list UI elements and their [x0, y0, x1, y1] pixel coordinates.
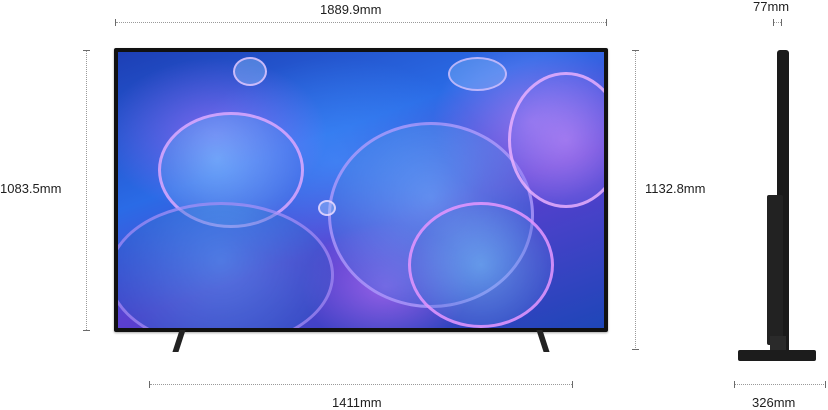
width-dimension-tick-left — [115, 19, 116, 26]
height-dimension-tick-top-left — [83, 50, 90, 51]
depth-stand-tick-left — [734, 381, 735, 388]
depth-tick-right-top — [781, 19, 782, 26]
tv-foot-right — [536, 330, 550, 352]
tv-side-stand-base — [738, 350, 816, 361]
width-dimension-tick-right — [606, 19, 607, 26]
tv-front-view — [114, 48, 608, 332]
bubble-shape — [408, 202, 554, 328]
depth-stand-tick-right — [825, 381, 826, 388]
height-label-right: 1132.8mm — [645, 181, 706, 196]
height-dimension-tick-top-right — [632, 50, 639, 51]
height-dimension-line-right — [635, 50, 636, 350]
stand-width-dimension-line — [150, 384, 572, 385]
stand-width-tick-right — [572, 381, 573, 388]
bubble-shape — [118, 202, 334, 328]
bubble-shape — [233, 57, 267, 86]
height-label-left: 1083.5mm — [0, 181, 62, 196]
depth-dimension-line-stand — [734, 384, 826, 385]
depth-label-top: 77mm — [753, 0, 790, 14]
height-dimension-line-left — [86, 50, 87, 330]
tv-screen-wallpaper — [118, 52, 604, 328]
tv-side-stand-neck — [770, 336, 786, 350]
width-dimension-line — [116, 22, 606, 23]
stand-width-tick-left — [149, 381, 150, 388]
depth-label-stand: 326mm — [752, 395, 796, 410]
height-dimension-tick-bottom-left — [83, 330, 90, 331]
depth-tick-left-top — [773, 19, 774, 26]
tv-foot-left — [172, 330, 186, 352]
height-dimension-tick-bottom-right — [632, 349, 639, 350]
width-label: 1889.9mm — [320, 2, 382, 17]
bubble-shape — [318, 200, 336, 216]
bubble-shape — [448, 57, 507, 91]
depth-dimension-line-top — [773, 22, 781, 23]
stand-width-label: 1411mm — [332, 395, 382, 410]
tv-side-back — [767, 195, 783, 345]
